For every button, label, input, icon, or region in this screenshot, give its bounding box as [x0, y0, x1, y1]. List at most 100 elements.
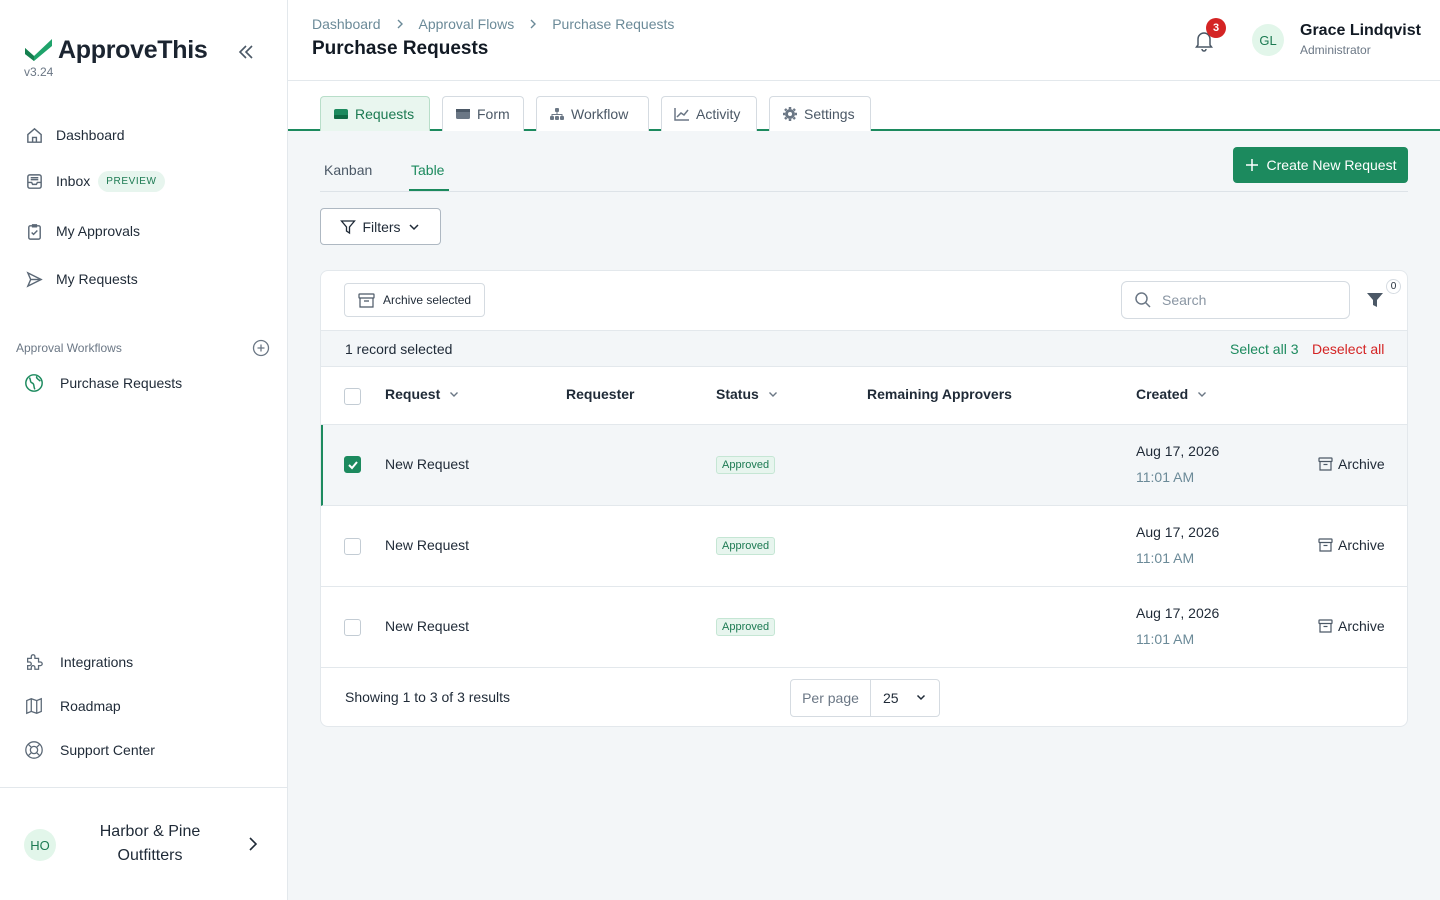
- row-checkbox[interactable]: [344, 538, 361, 555]
- nav-my-approvals-label: My Approvals: [56, 223, 141, 239]
- column-header-request[interactable]: Request: [385, 386, 460, 402]
- table-row[interactable]: New Request Approved Aug 17, 2026 11:01 …: [321, 587, 1407, 668]
- pagination-summary: Showing 1 to 3 of 3 results: [345, 689, 510, 705]
- archive-label: Archive: [1338, 618, 1385, 634]
- created-date: Aug 17, 2026: [1136, 605, 1220, 621]
- subtab-table[interactable]: Table: [411, 162, 444, 178]
- tab-label: Settings: [804, 106, 855, 122]
- table-header: Request Requester Status Remaining Appro…: [321, 367, 1407, 425]
- user-name[interactable]: Grace Lindqvist: [1300, 22, 1421, 40]
- subtab-kanban[interactable]: Kanban: [324, 162, 372, 178]
- search-box[interactable]: [1121, 281, 1350, 319]
- workflows-section-title: Approval Workflows: [16, 341, 122, 355]
- column-filter-icon[interactable]: [1366, 291, 1384, 312]
- column-header-remaining-approvers: Remaining Approvers: [867, 386, 1012, 402]
- organization-switcher[interactable]: HO Harbor & Pine Outfitters: [0, 787, 287, 900]
- sidebar: ApproveThis v3.24 Dashboard Inbox PREVIE…: [0, 0, 288, 900]
- requests-table-card: Archive selected 0 1 record selected Sel…: [320, 270, 1408, 727]
- column-label: Request: [385, 386, 441, 402]
- chevron-right-icon[interactable]: [244, 835, 262, 856]
- filters-button[interactable]: Filters: [320, 208, 441, 245]
- page-title: Purchase Requests: [312, 38, 489, 59]
- notification-count-badge: 3: [1206, 18, 1226, 38]
- archive-box-icon: [358, 292, 375, 308]
- breadcrumb-approval-flows[interactable]: Approval Flows: [419, 16, 515, 32]
- top-header: Dashboard Approval Flows Purchase Reques…: [288, 0, 1440, 81]
- tab-settings[interactable]: Settings: [769, 96, 871, 131]
- archive-row-button[interactable]: Archive: [1318, 537, 1385, 553]
- workflow-item-label: Purchase Requests: [60, 375, 183, 391]
- tab-label: Workflow: [571, 106, 629, 122]
- archive-selected-label: Archive selected: [383, 293, 472, 307]
- row-checkbox[interactable]: [344, 619, 361, 636]
- add-workflow-icon[interactable]: [252, 339, 270, 357]
- plus-icon: [1245, 158, 1259, 172]
- nav-dashboard-label: Dashboard: [56, 127, 125, 143]
- hierarchy-icon: [549, 107, 565, 121]
- archive-label: Archive: [1338, 456, 1385, 472]
- request-name[interactable]: New Request: [385, 537, 469, 553]
- workflow-item-purchase-requests[interactable]: Purchase Requests: [24, 371, 182, 395]
- breadcrumb-purchase-requests[interactable]: Purchase Requests: [552, 16, 674, 32]
- nav-dashboard[interactable]: Dashboard: [24, 123, 125, 147]
- collapse-sidebar-icon[interactable]: [236, 42, 256, 62]
- map-icon: [24, 696, 44, 716]
- tab-label: Requests: [355, 106, 415, 122]
- row-checkbox[interactable]: [344, 456, 361, 473]
- request-name[interactable]: New Request: [385, 618, 469, 634]
- nav-inbox[interactable]: Inbox PREVIEW: [24, 169, 165, 193]
- nav-support-center[interactable]: Support Center: [24, 738, 155, 762]
- per-page-selector: Per page 25: [790, 679, 940, 717]
- created-time: 11:01 AM: [1136, 550, 1195, 566]
- per-page-select[interactable]: 25: [871, 680, 939, 716]
- tab-workflow[interactable]: Workflow: [536, 96, 649, 131]
- request-name[interactable]: New Request: [385, 456, 469, 472]
- column-header-created[interactable]: Created: [1136, 386, 1208, 402]
- chart-line-icon: [674, 107, 690, 121]
- tab-requests[interactable]: Requests: [320, 96, 430, 131]
- preview-badge: PREVIEW: [98, 170, 165, 192]
- user-avatar[interactable]: GL: [1252, 24, 1284, 56]
- column-label: Created: [1136, 386, 1189, 402]
- tab-form[interactable]: Form: [442, 96, 524, 131]
- archive-label: Archive: [1338, 537, 1385, 553]
- nav-support-center-label: Support Center: [60, 742, 155, 758]
- breadcrumb-dashboard[interactable]: Dashboard: [312, 16, 381, 32]
- nav-my-requests-label: My Requests: [56, 271, 138, 287]
- tab-activity[interactable]: Activity: [661, 96, 757, 131]
- archive-box-icon: [1318, 619, 1333, 633]
- brand-name: ApproveThis: [58, 36, 208, 64]
- search-input[interactable]: [1162, 292, 1332, 308]
- archive-selected-button[interactable]: Archive selected: [344, 283, 485, 317]
- archive-row-button[interactable]: Archive: [1318, 618, 1385, 634]
- deselect-all-link[interactable]: Deselect all: [1312, 341, 1384, 357]
- puzzle-icon: [24, 652, 44, 672]
- inbox-icon: [24, 171, 44, 191]
- nav-my-approvals[interactable]: My Approvals: [24, 219, 140, 243]
- archive-box-icon: [1318, 538, 1333, 552]
- select-all-checkbox[interactable]: [344, 388, 361, 405]
- brand[interactable]: ApproveThis: [24, 36, 208, 65]
- status-badge: Approved: [716, 537, 776, 555]
- active-filter-count: 0: [1386, 279, 1401, 294]
- nav-integrations-label: Integrations: [60, 654, 134, 670]
- nav-integrations[interactable]: Integrations: [24, 650, 133, 674]
- subtab-divider: [320, 191, 1408, 192]
- nav-roadmap[interactable]: Roadmap: [24, 694, 121, 718]
- per-page-label: Per page: [791, 680, 871, 716]
- status-badge: Approved: [716, 456, 776, 474]
- clipboard-check-icon: [24, 221, 44, 241]
- column-header-requester: Requester: [566, 386, 635, 402]
- created-time: 11:01 AM: [1136, 469, 1195, 485]
- column-header-status[interactable]: Status: [716, 386, 779, 402]
- table-row[interactable]: New Request Approved Aug 17, 2026 11:01 …: [321, 506, 1407, 587]
- archive-row-button[interactable]: Archive: [1318, 456, 1385, 472]
- nav-my-requests[interactable]: My Requests: [24, 267, 138, 291]
- select-all-link[interactable]: Select all 3: [1230, 341, 1298, 357]
- table-row[interactable]: New Request Approved Aug 17, 2026 11:01 …: [321, 425, 1407, 506]
- tabs-bar: Requests Form Workflow Activity Settings: [288, 81, 1440, 131]
- form-icon: [455, 107, 471, 121]
- breadcrumb: Dashboard Approval Flows Purchase Reques…: [312, 16, 674, 32]
- search-icon: [1134, 291, 1152, 309]
- create-new-request-button[interactable]: Create New Request: [1233, 147, 1408, 183]
